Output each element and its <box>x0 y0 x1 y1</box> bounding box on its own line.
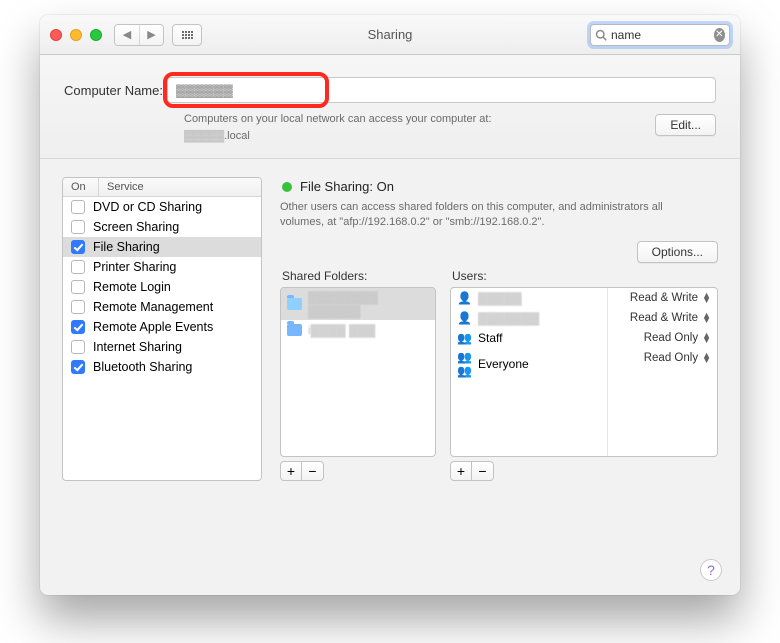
user-row-0[interactable]: 👤 ▓▓▓▓▓ <box>451 288 607 308</box>
service-checkbox[interactable] <box>71 260 85 274</box>
stepper-icon: ▲▼ <box>702 293 711 303</box>
service-label: File Sharing <box>93 240 160 254</box>
user-permission-2[interactable]: Read Only ▲▼ <box>608 328 717 348</box>
service-checkbox[interactable] <box>71 200 85 214</box>
col-on: On <box>63 178 99 196</box>
user-row-1[interactable]: 👤 ▓▓▓▓▓▓▓ <box>451 308 607 328</box>
nav-segment: ◀ ▶ <box>114 24 164 46</box>
user-name: ▓▓▓▓▓▓▓ <box>478 311 539 325</box>
computer-name-section: Computer Name: Computers on your local n… <box>40 55 740 159</box>
stepper-icon: ▲▼ <box>702 313 711 323</box>
service-checkbox[interactable] <box>71 340 85 354</box>
folder-row-0[interactable]: ▓▓▓▓▓▓▓▓ ▓▓▓▓▓▓ <box>281 288 435 320</box>
services-list: On Service DVD or CD Sharing Screen Shari… <box>62 177 262 481</box>
user-row-3[interactable]: 👥👥 Everyone <box>451 348 607 380</box>
options-button[interactable]: Options... <box>637 241 718 263</box>
close-window-button[interactable] <box>50 29 62 41</box>
help-button[interactable]: ? <box>700 559 722 581</box>
preferences-window: ◀ ▶ Sharing ✕ Computer Name: <box>40 15 740 595</box>
shared-folders-list[interactable]: ▓▓▓▓▓▓▓▓ ▓▓▓▓▓▓ i▓▓▓▓ ▓▓▓ <box>280 287 436 457</box>
service-detail: File Sharing: On Other users can access … <box>280 177 718 481</box>
search-input[interactable] <box>607 28 714 42</box>
service-row-4[interactable]: Remote Login <box>63 277 261 297</box>
service-label: Remote Management <box>93 300 213 314</box>
show-all-button[interactable] <box>172 24 202 46</box>
computer-name-label: Computer Name: <box>64 83 163 98</box>
stepper-icon: ▲▼ <box>702 333 711 343</box>
clear-search-button[interactable]: ✕ <box>714 28 725 42</box>
users-list[interactable]: 👤 ▓▓▓▓▓ 👤 ▓▓▓▓▓▓▓ 👥 Staff 👥👥 Everyone Read & Wr… <box>450 287 718 457</box>
service-checkbox[interactable] <box>71 360 85 374</box>
status-label: File Sharing: On <box>300 179 394 194</box>
add-folder-button[interactable]: + <box>280 461 302 481</box>
service-row-1[interactable]: Screen Sharing <box>63 217 261 237</box>
service-checkbox[interactable] <box>71 320 85 334</box>
service-row-8[interactable]: Bluetooth Sharing <box>63 357 261 377</box>
computer-name-subtext: Computers on your local network can acce… <box>184 111 716 144</box>
permission-label: Read Only <box>644 352 698 364</box>
service-row-0[interactable]: DVD or CD Sharing <box>63 197 261 217</box>
status-indicator-icon <box>282 182 292 192</box>
service-row-7[interactable]: Internet Sharing <box>63 337 261 357</box>
service-description: Other users can access shared folders on… <box>280 200 700 231</box>
service-label: DVD or CD Sharing <box>93 200 202 214</box>
service-row-5[interactable]: Remote Management <box>63 297 261 317</box>
users-panel: Users: 👤 ▓▓▓▓▓ 👤 ▓▓▓▓▓▓▓ 👥 Staff 👥👥 Everyone Re… <box>450 269 718 481</box>
service-label: Remote Apple Events <box>93 320 213 334</box>
folder-label: ▓▓▓▓▓▓▓▓ ▓▓▓▓▓▓ <box>308 290 429 318</box>
permission-label: Read & Write <box>630 292 698 304</box>
remove-user-button[interactable]: − <box>472 461 494 481</box>
service-checkbox[interactable] <box>71 280 85 294</box>
folder-icon <box>287 298 302 310</box>
user-name: Everyone <box>478 357 529 371</box>
service-checkbox[interactable] <box>71 220 85 234</box>
grid-icon <box>182 31 193 39</box>
window-controls <box>50 29 102 41</box>
shared-folders-label: Shared Folders: <box>282 269 436 283</box>
user-permission-3[interactable]: Read Only ▲▼ <box>608 348 717 368</box>
user-icon: 👥 <box>457 331 472 345</box>
permission-label: Read Only <box>644 332 698 344</box>
zoom-window-button[interactable] <box>90 29 102 41</box>
remove-folder-button[interactable]: − <box>302 461 324 481</box>
stepper-icon: ▲▼ <box>702 353 711 363</box>
user-permission-1[interactable]: Read & Write ▲▼ <box>608 308 717 328</box>
folder-icon <box>287 324 302 336</box>
service-label: Internet Sharing <box>93 340 182 354</box>
service-checkbox[interactable] <box>71 240 85 254</box>
services-header: On Service <box>63 178 261 197</box>
forward-button[interactable]: ▶ <box>139 25 163 45</box>
folder-label: i▓▓▓▓ ▓▓▓ <box>308 323 375 337</box>
service-checkbox[interactable] <box>71 300 85 314</box>
search-icon <box>595 29 607 41</box>
user-icon: 👤 <box>457 291 472 305</box>
col-service: Service <box>99 178 152 196</box>
body: On Service DVD or CD Sharing Screen Shari… <box>40 159 740 497</box>
service-label: Remote Login <box>93 280 171 294</box>
service-row-6[interactable]: Remote Apple Events <box>63 317 261 337</box>
user-icon: 👥👥 <box>457 350 472 378</box>
permission-label: Read & Write <box>630 312 698 324</box>
service-row-2[interactable]: File Sharing <box>63 237 261 257</box>
service-label: Screen Sharing <box>93 220 179 234</box>
computer-name-field[interactable] <box>167 77 716 103</box>
add-user-button[interactable]: + <box>450 461 472 481</box>
titlebar: ◀ ▶ Sharing ✕ <box>40 15 740 55</box>
user-name: Staff <box>478 331 502 345</box>
service-label: Bluetooth Sharing <box>93 360 192 374</box>
service-row-3[interactable]: Printer Sharing <box>63 257 261 277</box>
search-field[interactable]: ✕ <box>590 24 730 46</box>
user-permission-0[interactable]: Read & Write ▲▼ <box>608 288 717 308</box>
back-button[interactable]: ◀ <box>115 25 139 45</box>
shared-folders-panel: Shared Folders: ▓▓▓▓▓▓▓▓ ▓▓▓▓▓▓ i▓▓▓▓ ▓▓▓… <box>280 269 436 481</box>
user-row-2[interactable]: 👥 Staff <box>451 328 607 348</box>
edit-hostname-button[interactable]: Edit... <box>655 114 716 136</box>
minimize-window-button[interactable] <box>70 29 82 41</box>
folder-row-1[interactable]: i▓▓▓▓ ▓▓▓ <box>281 320 435 340</box>
service-label: Printer Sharing <box>93 260 176 274</box>
users-label: Users: <box>452 269 718 283</box>
user-icon: 👤 <box>457 311 472 325</box>
user-name: ▓▓▓▓▓ <box>478 291 522 305</box>
